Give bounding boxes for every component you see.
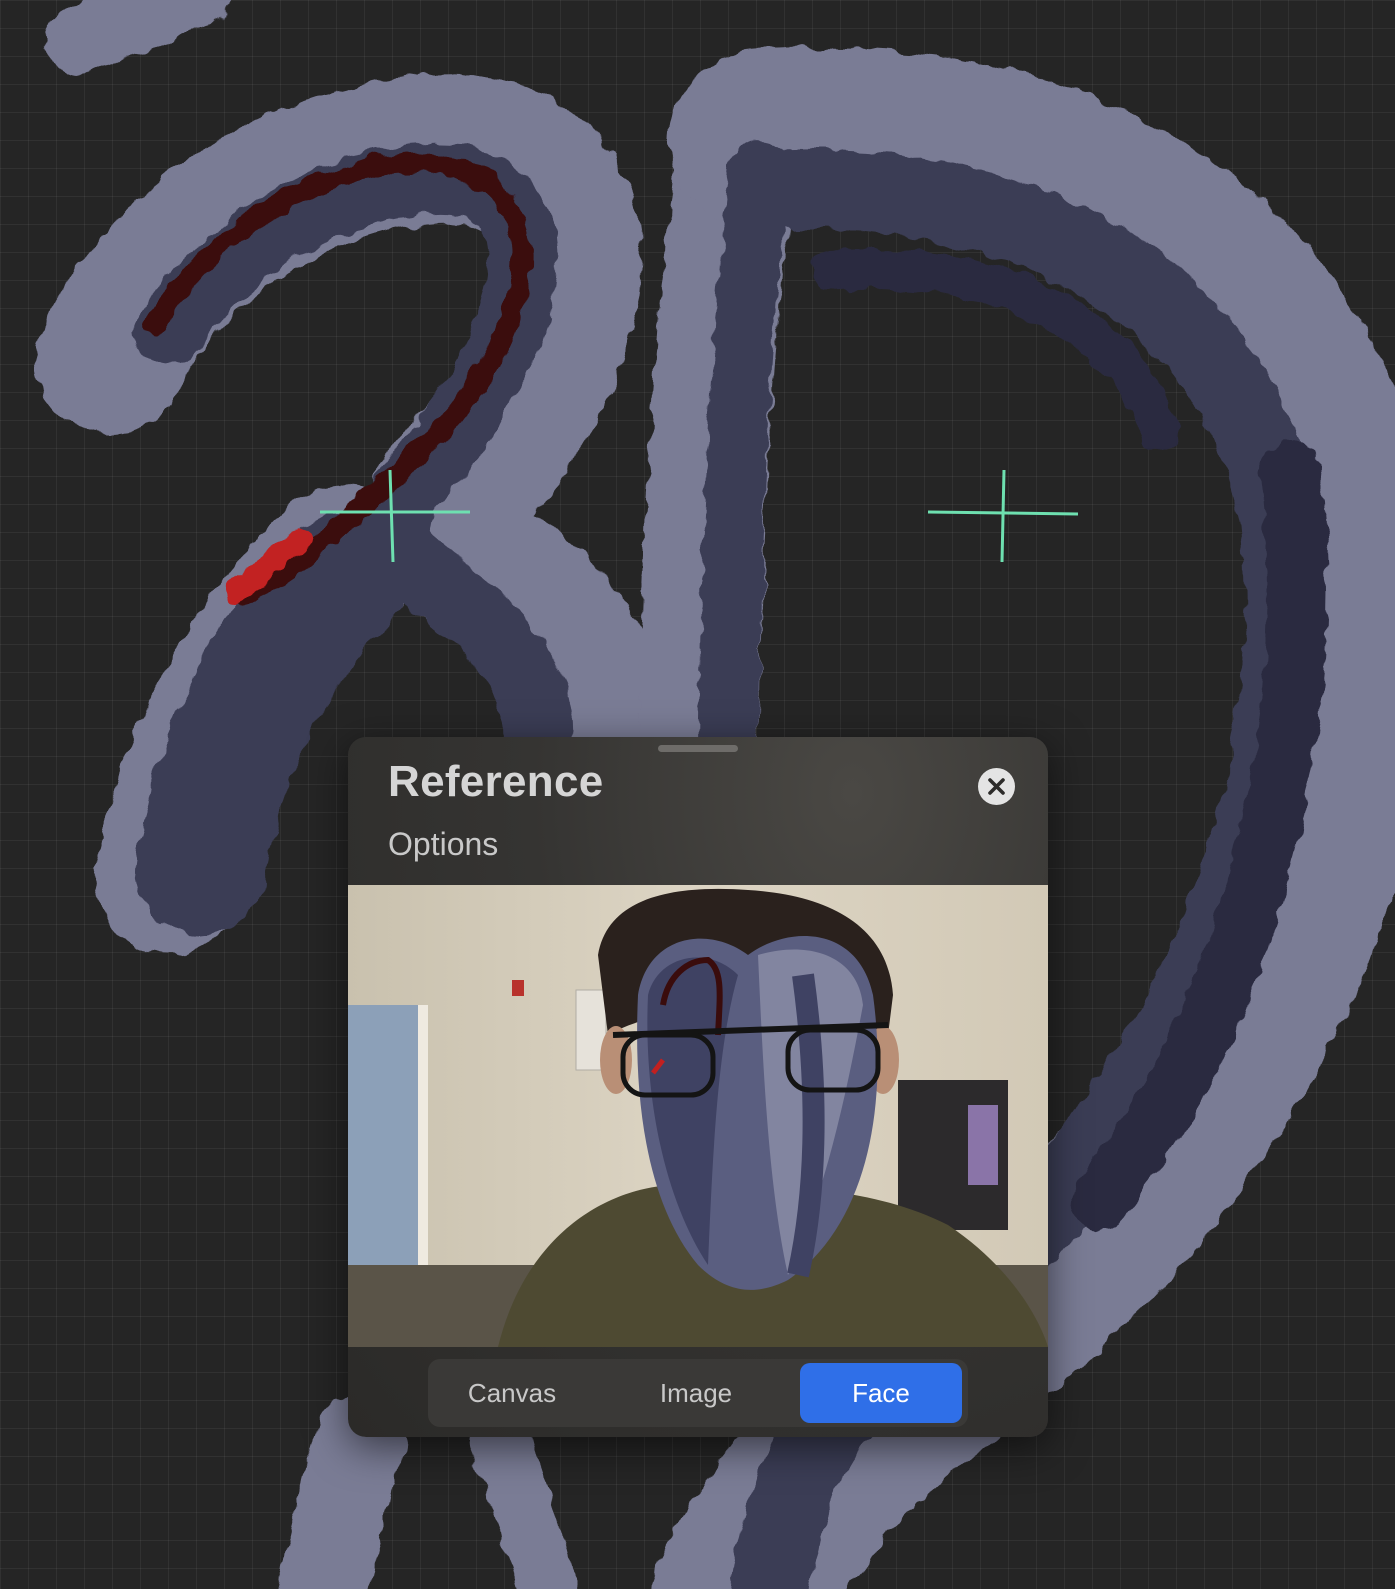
reference-panel[interactable]: Reference Options Canvas Image Face [348,737,1048,1437]
brush-stroke [470,1410,579,1589]
panel-title: Reference [388,757,604,806]
tab-face[interactable]: Face [800,1363,962,1423]
close-icon [988,778,1005,795]
reference-mode-selector[interactable]: Canvas Image Face [428,1359,968,1427]
camera-feed-image [348,885,1048,1347]
face-camera-preview [348,885,1048,1347]
options-button[interactable]: Options [388,826,498,863]
tab-image[interactable]: Image [620,1363,772,1423]
brush-stroke [276,1395,405,1589]
tab-canvas[interactable]: Canvas [436,1363,588,1423]
close-button[interactable] [978,768,1015,805]
brush-stroke [45,0,234,75]
panel-drag-handle[interactable] [658,745,738,752]
